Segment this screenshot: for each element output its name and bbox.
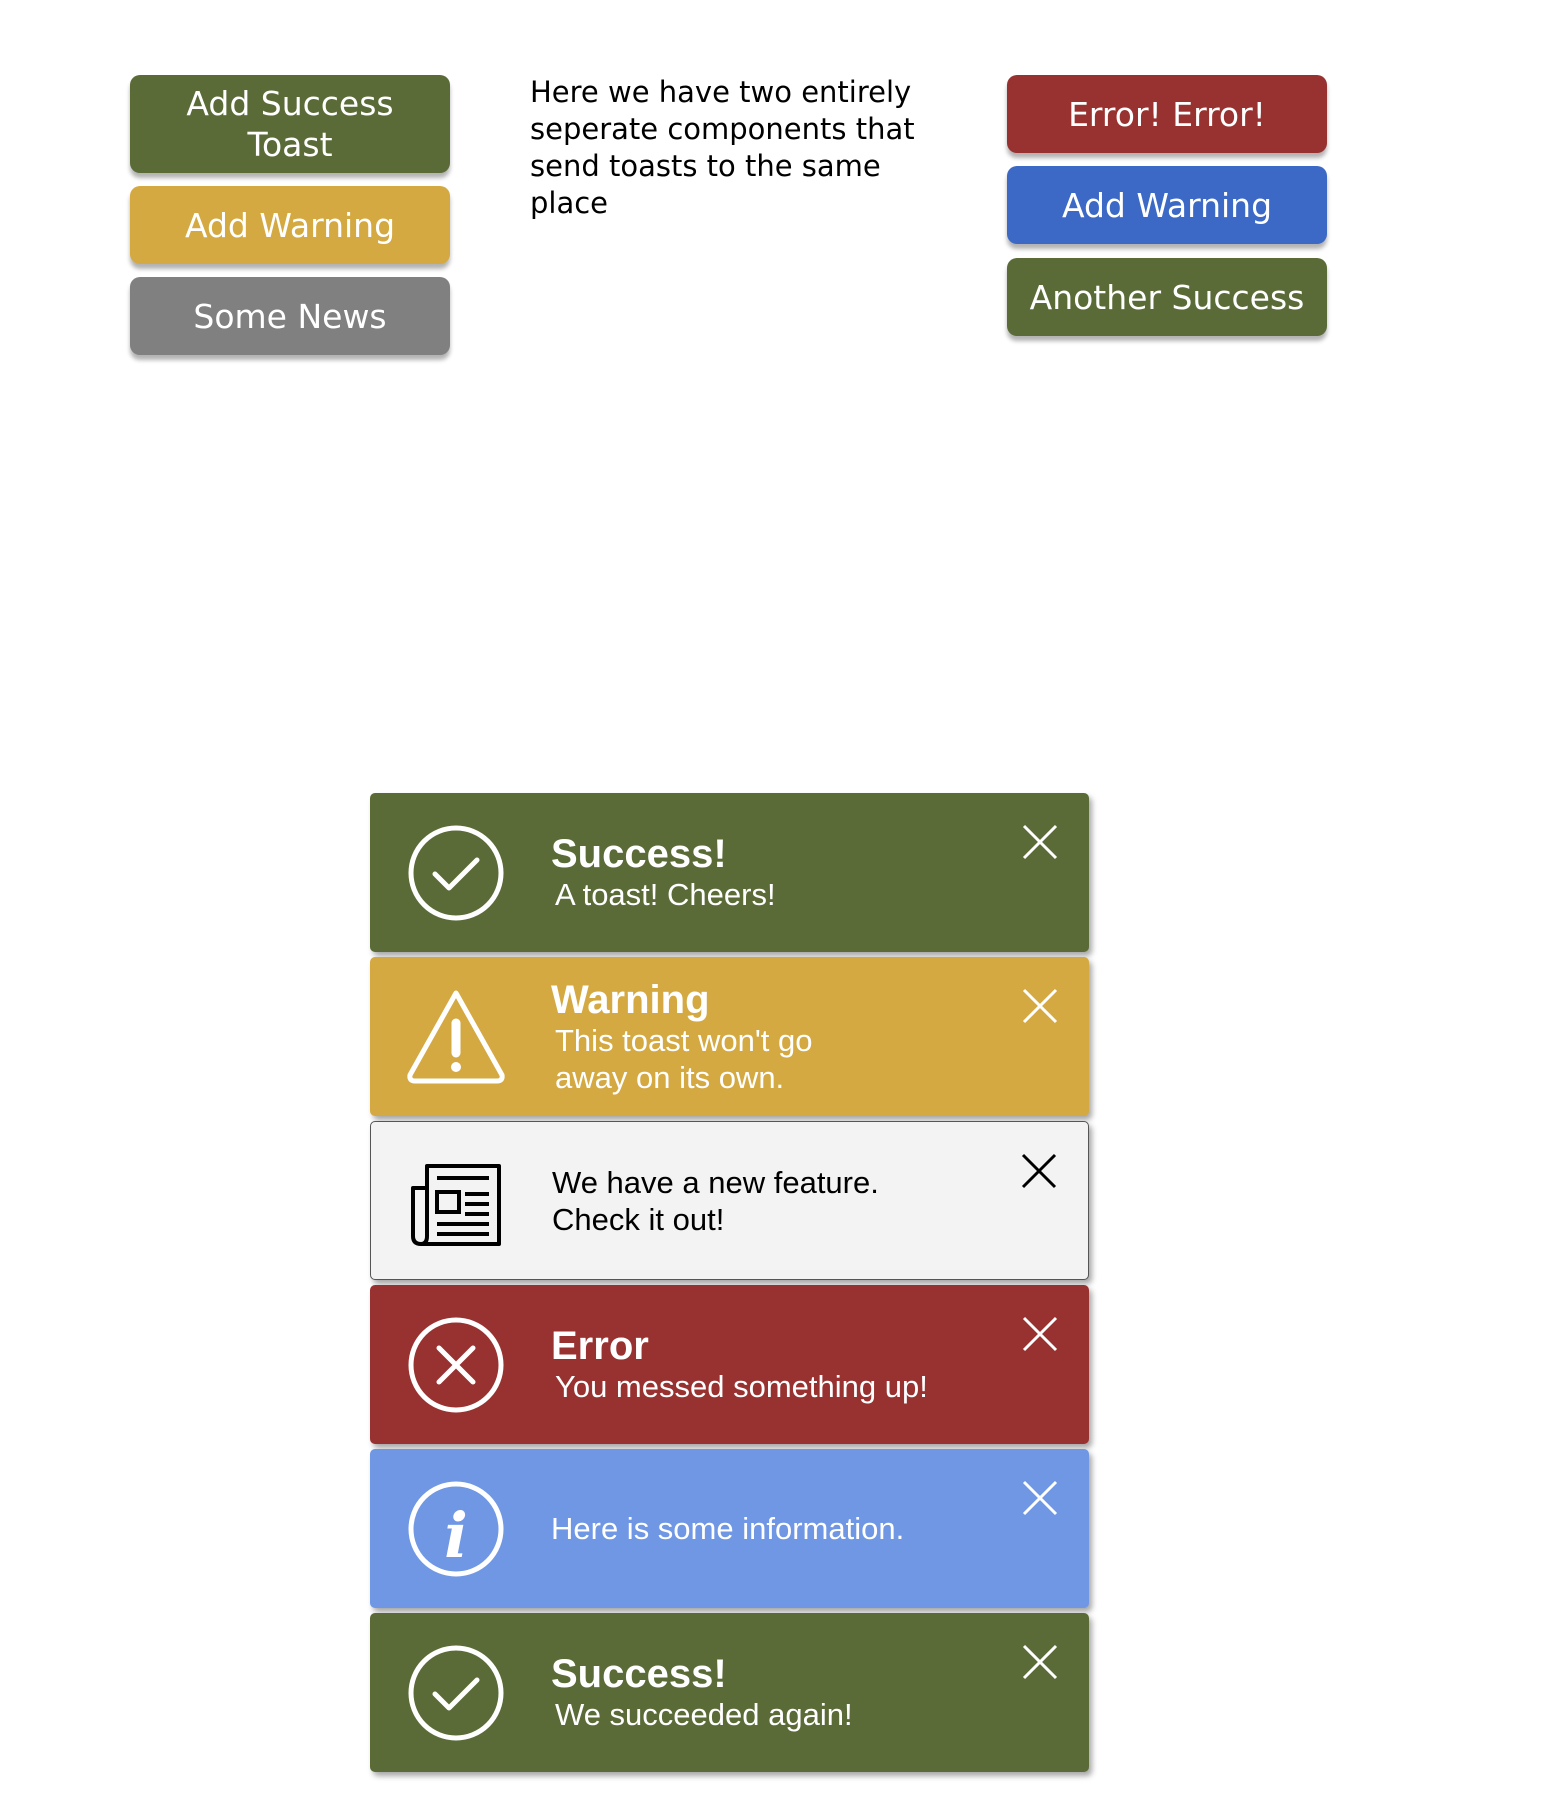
toast-warning: Warning This toast won't go away on its … [370,957,1089,1116]
toast-success-2: Success! We succeeded again! [370,1613,1089,1772]
add-warning-button-2[interactable]: Add Warning [1007,166,1327,244]
x-circle-icon [406,1315,506,1415]
toast-title: Error [551,1324,649,1368]
toast-message: Here is some information. [551,1511,905,1546]
close-icon[interactable] [1021,823,1059,861]
toast-message: A toast! Cheers! [555,877,776,912]
check-circle-icon [406,823,506,923]
close-icon[interactable] [1021,1315,1059,1353]
toast-title: Success! [551,832,727,876]
toast-message: This toast won't go away on its own. [555,1022,813,1095]
another-success-button[interactable]: Another Success [1007,258,1327,336]
newspaper-icon [407,1152,507,1252]
toast-info: i Here is some information. [370,1449,1089,1608]
close-icon[interactable] [1021,987,1059,1025]
check-circle-icon [406,1643,506,1743]
info-circle-icon: i [406,1479,506,1579]
close-icon[interactable] [1020,1152,1058,1190]
toast-message: You messed something up! [555,1369,928,1404]
toast-success: Success! A toast! Cheers! [370,793,1089,952]
toast-container: Success! A toast! Cheers! Warning This t… [370,793,1089,1777]
description-text: Here we have two entirely seperate compo… [530,75,915,220]
toast-news: We have a new feature. Check it out! [370,1121,1089,1280]
some-news-button[interactable]: Some News [130,277,450,355]
error-error-button[interactable]: Error! Error! [1007,75,1327,153]
toast-title: Success! [551,1652,727,1696]
svg-text:i: i [444,1499,468,1572]
toast-message: We have a new feature. Check it out! [552,1164,879,1237]
add-success-toast-button[interactable]: Add Success Toast [130,75,450,173]
warning-triangle-icon [406,987,506,1087]
add-warning-button[interactable]: Add Warning [130,186,450,264]
toast-message: We succeeded again! [555,1697,853,1732]
close-icon[interactable] [1021,1643,1059,1681]
close-icon[interactable] [1021,1479,1059,1517]
toast-error: Error You messed something up! [370,1285,1089,1444]
toast-title: Warning [551,977,710,1022]
